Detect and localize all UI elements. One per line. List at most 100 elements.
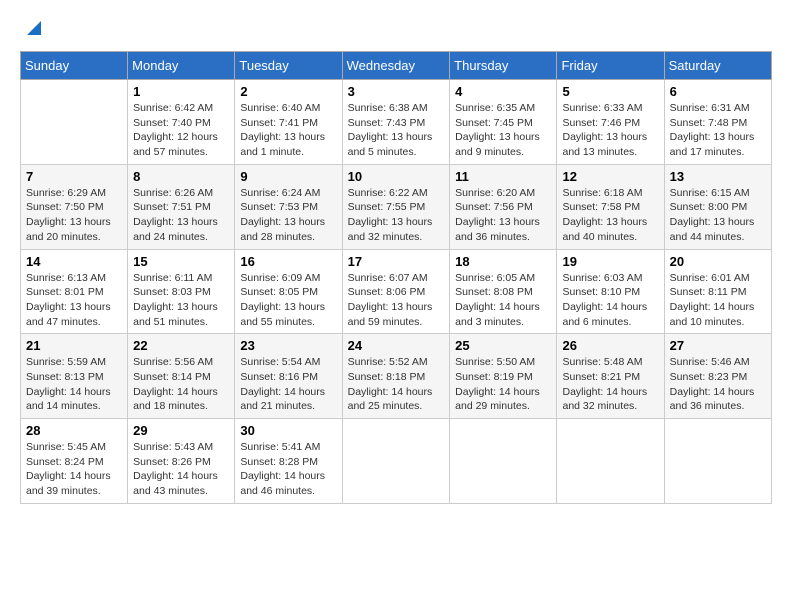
day-number: 28 xyxy=(26,423,122,438)
calendar-header-thursday: Thursday xyxy=(450,52,557,80)
calendar-body: 1 Sunrise: 6:42 AM Sunset: 7:40 PM Dayli… xyxy=(21,80,772,504)
day-info: Sunrise: 6:07 AM Sunset: 8:06 PM Dayligh… xyxy=(348,271,445,330)
day-number: 14 xyxy=(26,254,122,269)
day-number: 8 xyxy=(133,169,229,184)
calendar-cell xyxy=(342,419,450,504)
day-number: 13 xyxy=(670,169,766,184)
calendar-cell: 28 Sunrise: 5:45 AM Sunset: 8:24 PM Dayl… xyxy=(21,419,128,504)
day-number: 27 xyxy=(670,338,766,353)
day-number: 16 xyxy=(240,254,336,269)
calendar-cell: 21 Sunrise: 5:59 AM Sunset: 8:13 PM Dayl… xyxy=(21,334,128,419)
day-number: 6 xyxy=(670,84,766,99)
day-number: 15 xyxy=(133,254,229,269)
calendar-cell: 16 Sunrise: 6:09 AM Sunset: 8:05 PM Dayl… xyxy=(235,249,342,334)
calendar-cell: 19 Sunrise: 6:03 AM Sunset: 8:10 PM Dayl… xyxy=(557,249,664,334)
day-info: Sunrise: 6:15 AM Sunset: 8:00 PM Dayligh… xyxy=(670,186,766,245)
day-info: Sunrise: 6:13 AM Sunset: 8:01 PM Dayligh… xyxy=(26,271,122,330)
day-info: Sunrise: 6:38 AM Sunset: 7:43 PM Dayligh… xyxy=(348,101,445,160)
calendar-cell: 24 Sunrise: 5:52 AM Sunset: 8:18 PM Dayl… xyxy=(342,334,450,419)
calendar-cell: 11 Sunrise: 6:20 AM Sunset: 7:56 PM Dayl… xyxy=(450,164,557,249)
logo-icon xyxy=(23,17,41,35)
day-number: 3 xyxy=(348,84,445,99)
day-info: Sunrise: 5:52 AM Sunset: 8:18 PM Dayligh… xyxy=(348,355,445,414)
day-info: Sunrise: 6:40 AM Sunset: 7:41 PM Dayligh… xyxy=(240,101,336,160)
calendar-cell: 18 Sunrise: 6:05 AM Sunset: 8:08 PM Dayl… xyxy=(450,249,557,334)
calendar-week-1: 1 Sunrise: 6:42 AM Sunset: 7:40 PM Dayli… xyxy=(21,80,772,165)
day-info: Sunrise: 6:22 AM Sunset: 7:55 PM Dayligh… xyxy=(348,186,445,245)
calendar-cell: 8 Sunrise: 6:26 AM Sunset: 7:51 PM Dayli… xyxy=(128,164,235,249)
day-info: Sunrise: 6:33 AM Sunset: 7:46 PM Dayligh… xyxy=(562,101,658,160)
calendar-cell: 17 Sunrise: 6:07 AM Sunset: 8:06 PM Dayl… xyxy=(342,249,450,334)
calendar-cell xyxy=(450,419,557,504)
calendar-header-row: SundayMondayTuesdayWednesdayThursdayFrid… xyxy=(21,52,772,80)
calendar-header-monday: Monday xyxy=(128,52,235,80)
day-number: 9 xyxy=(240,169,336,184)
day-info: Sunrise: 6:11 AM Sunset: 8:03 PM Dayligh… xyxy=(133,271,229,330)
calendar-cell: 15 Sunrise: 6:11 AM Sunset: 8:03 PM Dayl… xyxy=(128,249,235,334)
calendar-cell: 23 Sunrise: 5:54 AM Sunset: 8:16 PM Dayl… xyxy=(235,334,342,419)
calendar-cell: 13 Sunrise: 6:15 AM Sunset: 8:00 PM Dayl… xyxy=(664,164,771,249)
day-info: Sunrise: 6:29 AM Sunset: 7:50 PM Dayligh… xyxy=(26,186,122,245)
day-info: Sunrise: 5:46 AM Sunset: 8:23 PM Dayligh… xyxy=(670,355,766,414)
day-number: 10 xyxy=(348,169,445,184)
calendar-week-2: 7 Sunrise: 6:29 AM Sunset: 7:50 PM Dayli… xyxy=(21,164,772,249)
day-info: Sunrise: 6:09 AM Sunset: 8:05 PM Dayligh… xyxy=(240,271,336,330)
day-info: Sunrise: 6:18 AM Sunset: 7:58 PM Dayligh… xyxy=(562,186,658,245)
calendar-cell: 14 Sunrise: 6:13 AM Sunset: 8:01 PM Dayl… xyxy=(21,249,128,334)
calendar-cell: 10 Sunrise: 6:22 AM Sunset: 7:55 PM Dayl… xyxy=(342,164,450,249)
day-number: 19 xyxy=(562,254,658,269)
day-info: Sunrise: 5:56 AM Sunset: 8:14 PM Dayligh… xyxy=(133,355,229,414)
calendar-week-5: 28 Sunrise: 5:45 AM Sunset: 8:24 PM Dayl… xyxy=(21,419,772,504)
calendar-week-3: 14 Sunrise: 6:13 AM Sunset: 8:01 PM Dayl… xyxy=(21,249,772,334)
calendar-cell xyxy=(557,419,664,504)
day-info: Sunrise: 5:50 AM Sunset: 8:19 PM Dayligh… xyxy=(455,355,551,414)
calendar-cell: 1 Sunrise: 6:42 AM Sunset: 7:40 PM Dayli… xyxy=(128,80,235,165)
calendar-header-friday: Friday xyxy=(557,52,664,80)
day-number: 5 xyxy=(562,84,658,99)
calendar-header-tuesday: Tuesday xyxy=(235,52,342,80)
day-info: Sunrise: 6:42 AM Sunset: 7:40 PM Dayligh… xyxy=(133,101,229,160)
day-info: Sunrise: 6:20 AM Sunset: 7:56 PM Dayligh… xyxy=(455,186,551,245)
calendar-header-saturday: Saturday xyxy=(664,52,771,80)
day-number: 20 xyxy=(670,254,766,269)
calendar-cell: 6 Sunrise: 6:31 AM Sunset: 7:48 PM Dayli… xyxy=(664,80,771,165)
day-info: Sunrise: 6:26 AM Sunset: 7:51 PM Dayligh… xyxy=(133,186,229,245)
day-number: 24 xyxy=(348,338,445,353)
calendar-cell: 22 Sunrise: 5:56 AM Sunset: 8:14 PM Dayl… xyxy=(128,334,235,419)
day-number: 18 xyxy=(455,254,551,269)
day-info: Sunrise: 6:01 AM Sunset: 8:11 PM Dayligh… xyxy=(670,271,766,330)
day-info: Sunrise: 5:48 AM Sunset: 8:21 PM Dayligh… xyxy=(562,355,658,414)
day-number: 17 xyxy=(348,254,445,269)
calendar-cell: 2 Sunrise: 6:40 AM Sunset: 7:41 PM Dayli… xyxy=(235,80,342,165)
day-number: 22 xyxy=(133,338,229,353)
day-number: 7 xyxy=(26,169,122,184)
page-header xyxy=(20,20,772,41)
logo xyxy=(20,20,41,41)
calendar-cell xyxy=(664,419,771,504)
day-info: Sunrise: 5:45 AM Sunset: 8:24 PM Dayligh… xyxy=(26,440,122,499)
day-info: Sunrise: 6:24 AM Sunset: 7:53 PM Dayligh… xyxy=(240,186,336,245)
day-number: 30 xyxy=(240,423,336,438)
calendar-cell: 26 Sunrise: 5:48 AM Sunset: 8:21 PM Dayl… xyxy=(557,334,664,419)
day-info: Sunrise: 6:35 AM Sunset: 7:45 PM Dayligh… xyxy=(455,101,551,160)
calendar-cell: 7 Sunrise: 6:29 AM Sunset: 7:50 PM Dayli… xyxy=(21,164,128,249)
day-number: 2 xyxy=(240,84,336,99)
calendar-header-sunday: Sunday xyxy=(21,52,128,80)
day-info: Sunrise: 6:31 AM Sunset: 7:48 PM Dayligh… xyxy=(670,101,766,160)
calendar-table: SundayMondayTuesdayWednesdayThursdayFrid… xyxy=(20,51,772,504)
day-info: Sunrise: 5:59 AM Sunset: 8:13 PM Dayligh… xyxy=(26,355,122,414)
day-info: Sunrise: 5:43 AM Sunset: 8:26 PM Dayligh… xyxy=(133,440,229,499)
day-info: Sunrise: 6:05 AM Sunset: 8:08 PM Dayligh… xyxy=(455,271,551,330)
day-info: Sunrise: 5:41 AM Sunset: 8:28 PM Dayligh… xyxy=(240,440,336,499)
day-number: 25 xyxy=(455,338,551,353)
calendar-cell: 25 Sunrise: 5:50 AM Sunset: 8:19 PM Dayl… xyxy=(450,334,557,419)
day-number: 4 xyxy=(455,84,551,99)
day-number: 1 xyxy=(133,84,229,99)
day-info: Sunrise: 6:03 AM Sunset: 8:10 PM Dayligh… xyxy=(562,271,658,330)
calendar-cell: 27 Sunrise: 5:46 AM Sunset: 8:23 PM Dayl… xyxy=(664,334,771,419)
day-number: 23 xyxy=(240,338,336,353)
calendar-cell: 29 Sunrise: 5:43 AM Sunset: 8:26 PM Dayl… xyxy=(128,419,235,504)
day-info: Sunrise: 5:54 AM Sunset: 8:16 PM Dayligh… xyxy=(240,355,336,414)
day-number: 21 xyxy=(26,338,122,353)
calendar-cell: 9 Sunrise: 6:24 AM Sunset: 7:53 PM Dayli… xyxy=(235,164,342,249)
